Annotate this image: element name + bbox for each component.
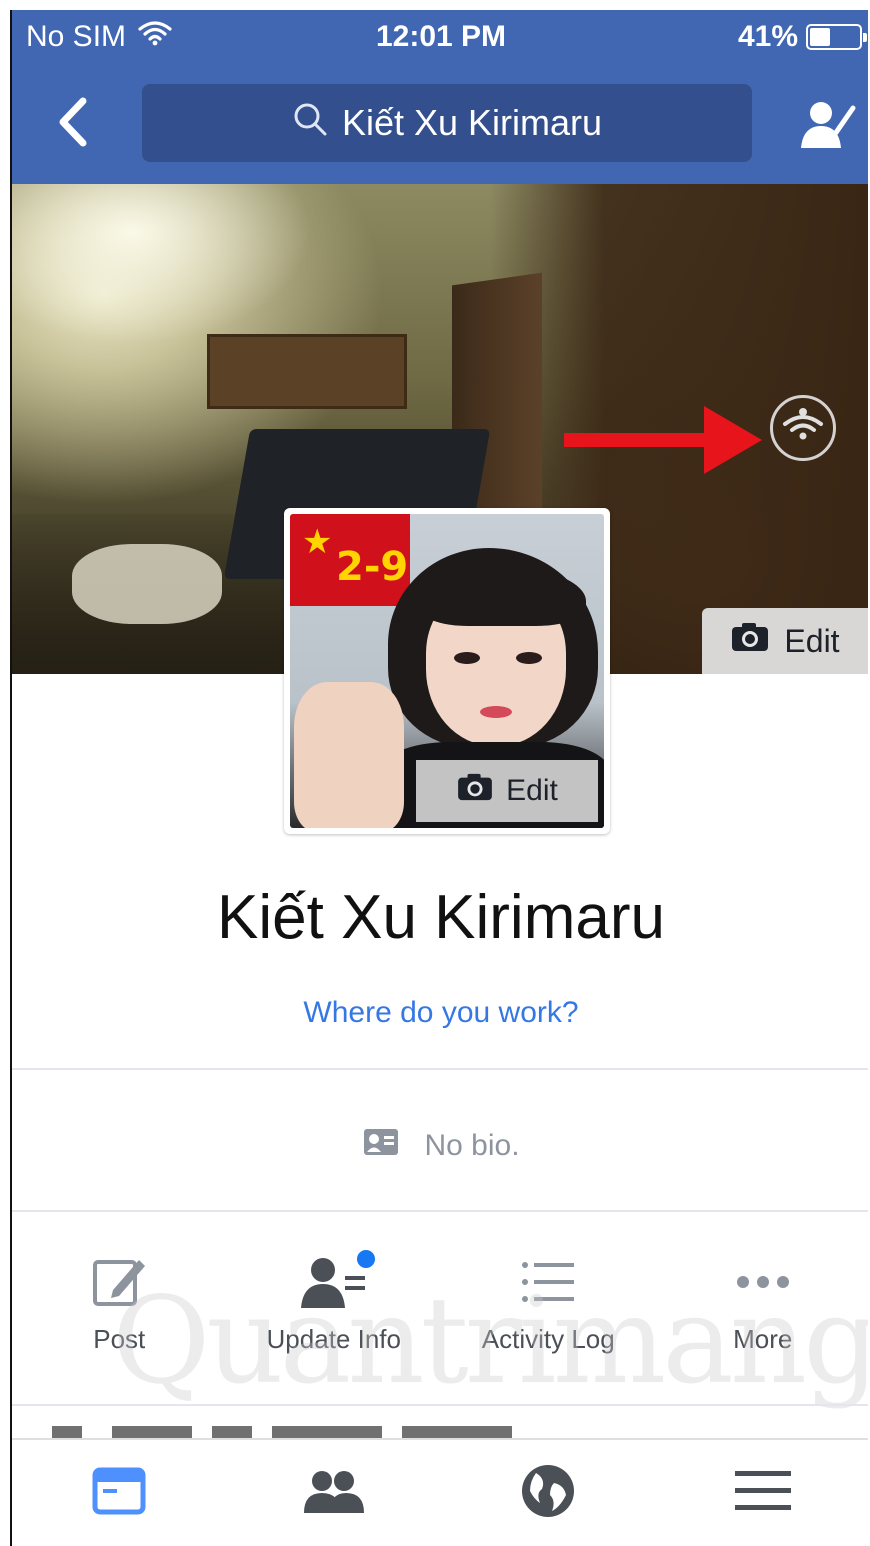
tab-news-feed[interactable] bbox=[12, 1440, 227, 1546]
bottom-tab-bar bbox=[12, 1438, 868, 1546]
profile-name: Kiết Xu Kirimaru bbox=[217, 883, 665, 952]
list-icon bbox=[520, 1250, 576, 1314]
camera-icon bbox=[456, 772, 494, 810]
more-dots-icon bbox=[735, 1250, 791, 1314]
more-button[interactable]: More bbox=[656, 1250, 869, 1400]
update-info-button[interactable]: Update Info bbox=[227, 1248, 442, 1400]
battery-percent: 41% bbox=[737, 20, 798, 53]
menu-icon bbox=[734, 1469, 791, 1518]
chevron-left-icon bbox=[55, 97, 89, 152]
status-bar-right: 41% bbox=[737, 20, 867, 54]
search-input[interactable]: Kiết Xu Kirimaru bbox=[142, 84, 752, 162]
avatar-photo: ★ 2-9 Edit bbox=[290, 514, 604, 828]
profile-edit-icon bbox=[799, 98, 857, 155]
cover-privacy-button[interactable] bbox=[770, 395, 836, 461]
friends-icon bbox=[302, 1467, 366, 1520]
avatar-overlay-text: 2-9 bbox=[336, 544, 409, 590]
camera-icon bbox=[730, 621, 770, 661]
avatar[interactable]: ★ 2-9 Edit bbox=[284, 508, 610, 834]
news-feed-icon bbox=[92, 1467, 146, 1520]
activity-log-label: Activity Log bbox=[481, 1324, 615, 1354]
tab-friends[interactable] bbox=[227, 1440, 442, 1546]
tab-notifications[interactable] bbox=[441, 1440, 656, 1546]
back-button[interactable] bbox=[42, 94, 102, 154]
pencil-icon bbox=[89, 1250, 149, 1314]
avatar-edit-button[interactable]: Edit bbox=[416, 760, 598, 822]
status-bar: No SIM 12:01 PM 41% bbox=[12, 10, 868, 66]
bio-row[interactable]: No bio. bbox=[12, 1116, 868, 1176]
search-query: Kiết Xu Kirimaru bbox=[341, 102, 603, 143]
wifi-globe-icon bbox=[781, 406, 825, 451]
person-list-icon bbox=[299, 1248, 377, 1314]
annotation-arrow bbox=[564, 406, 762, 474]
search-icon bbox=[292, 101, 328, 146]
cover-edit-button[interactable]: Edit bbox=[702, 608, 868, 674]
post-label: Post bbox=[93, 1324, 146, 1354]
more-label: More bbox=[733, 1324, 793, 1354]
nav-bar: Kiết Xu Kirimaru bbox=[12, 66, 868, 184]
bio-text: No bio. bbox=[424, 1129, 520, 1162]
tab-menu[interactable] bbox=[656, 1440, 869, 1546]
post-button[interactable]: Post bbox=[12, 1250, 227, 1400]
profile-actions: Post Update Info Activity Log More bbox=[12, 1248, 869, 1400]
battery-icon bbox=[806, 24, 867, 50]
divider bbox=[12, 1404, 868, 1406]
update-info-label: Update Info bbox=[266, 1324, 401, 1354]
activity-log-button[interactable]: Activity Log bbox=[441, 1250, 656, 1400]
divider bbox=[12, 1068, 868, 1070]
id-card-icon bbox=[362, 1127, 400, 1165]
avatar-edit-label: Edit bbox=[506, 774, 558, 807]
divider bbox=[12, 1210, 868, 1212]
work-prompt-link[interactable]: Where do you work? bbox=[12, 996, 868, 1030]
profile-edit-button[interactable] bbox=[796, 94, 860, 158]
globe-icon bbox=[520, 1463, 576, 1524]
cover-edit-label: Edit bbox=[784, 622, 840, 659]
phone-screen: No SIM 12:01 PM 41% Kiết Xu Kirimaru Edi… bbox=[10, 10, 868, 1546]
notification-dot bbox=[354, 1248, 377, 1270]
